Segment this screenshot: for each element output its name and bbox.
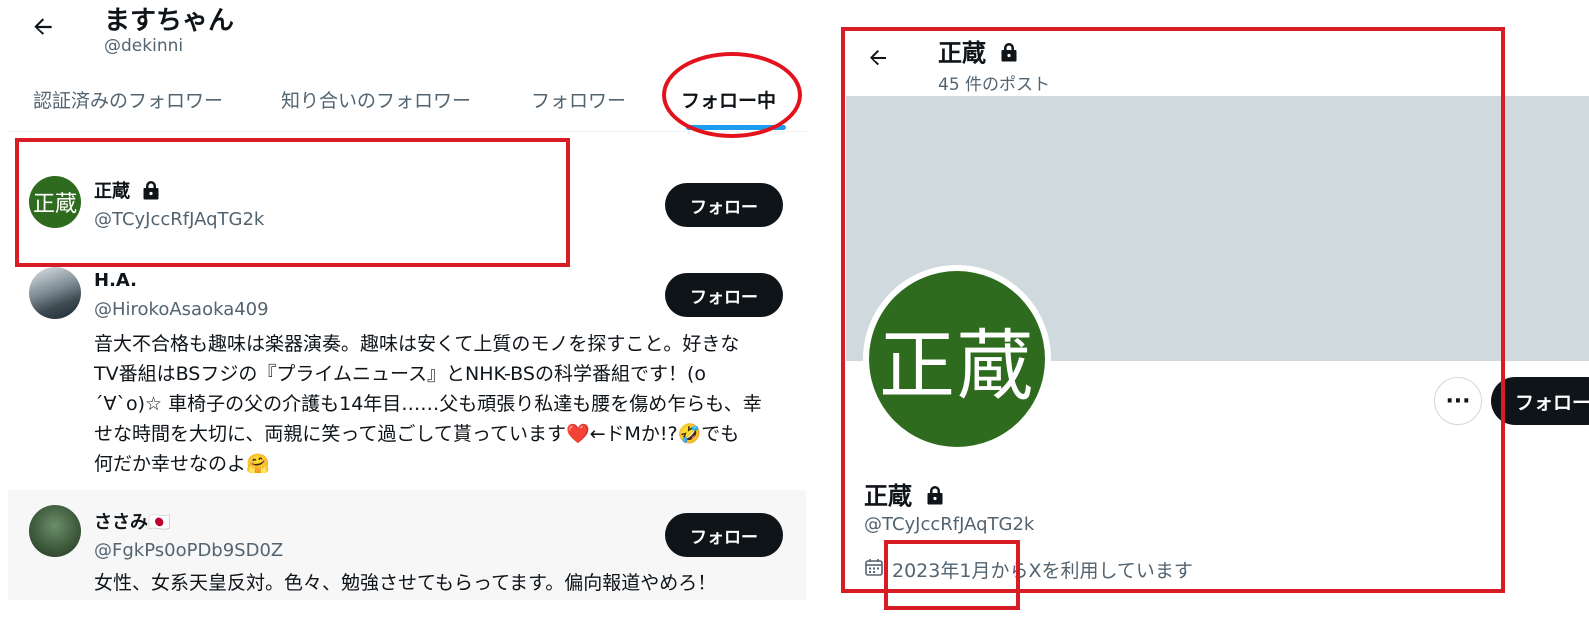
bio-line: ´∀`o)☆ 車椅子の父の介護も14年目……父も頑張り私達も腰を傷め乍らも、幸	[94, 393, 762, 415]
bio-line: 女性、女系天皇反対。色々、勉強させてもらってます。偏向報道やめろ！	[94, 572, 717, 594]
profile-handle: @dekinni	[104, 36, 184, 56]
user-name[interactable]: ささみ🇯🇵	[94, 508, 170, 534]
list-item[interactable]: ささみ🇯🇵 @FgkPs0oPDb9SD0Z フォロー 女性、女系天皇反対。色々…	[8, 490, 806, 600]
user-bio: 女性、女系天皇反対。色々、勉強させてもらってます。偏向報道やめろ！	[94, 568, 716, 598]
tab-followers[interactable]: フォロワー	[531, 86, 626, 113]
avatar[interactable]	[29, 505, 81, 557]
user-handle[interactable]: @FgkPs0oPDb9SD0Z	[94, 540, 283, 561]
user-bio: 音大不合格も趣味は楽器演奏。趣味は安くて上質のモノを探すこと。好きな TV番組は…	[94, 329, 762, 479]
bio-line: 音大不合格も趣味は楽器演奏。趣味は安くて上質のモノを探すこと。好きな	[94, 333, 740, 355]
bio-line: せな時間を大切に、両親に笑って過ごして貰っています❤️←ドMか!?🤣でも	[94, 423, 740, 445]
follow-button[interactable]: フォロー	[665, 513, 783, 557]
tabs-divider	[8, 131, 806, 132]
tab-followers-you-know[interactable]: 知り合いのフォロワー	[281, 86, 471, 113]
user-handle[interactable]: @HirokoAsaoka409	[94, 299, 269, 320]
annotation-box	[841, 27, 1505, 593]
profile-title: ますちゃん	[104, 6, 235, 36]
back-arrow-icon[interactable]	[30, 14, 56, 45]
tab-verified-followers[interactable]: 認証済みのフォロワー	[33, 86, 223, 113]
follow-button[interactable]: フォロー	[665, 273, 783, 317]
follow-button[interactable]: フォロー	[1491, 377, 1589, 425]
bio-line: 何だか幸せなのよ🤗	[94, 453, 270, 475]
list-item[interactable]: H.A. @HirokoAsaoka409 フォロー 音大不合格も趣味は楽器演奏…	[8, 262, 806, 490]
annotation-box	[884, 540, 1020, 610]
annotation-box	[15, 138, 570, 267]
annotation-oval	[662, 52, 802, 138]
bio-line: TV番組はBSフジの『プライムニュース』とNHK-BSの科学番組です！(o	[94, 363, 706, 385]
avatar[interactable]	[29, 267, 81, 319]
follow-button[interactable]: フォロー	[665, 183, 783, 227]
user-name[interactable]: H.A.	[94, 270, 137, 291]
